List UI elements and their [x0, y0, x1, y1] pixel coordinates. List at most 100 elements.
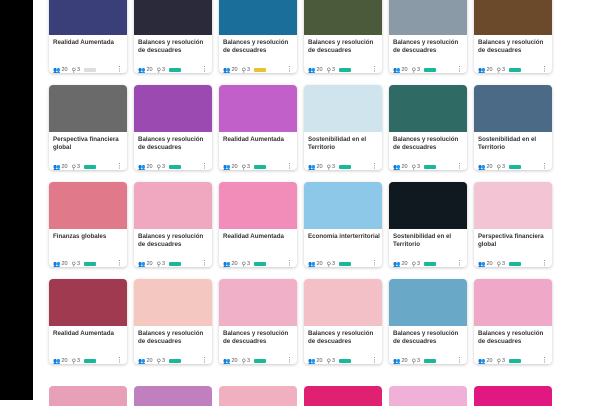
course-thumbnail[interactable]: [49, 0, 127, 35]
status-badge: [169, 68, 182, 72]
course-card[interactable]: Balances y resolución de descuadres 👥 20…: [134, 0, 212, 73]
more-vertical-icon[interactable]: ⋮: [371, 162, 378, 170]
course-card[interactable]: Realidad Aumentada 👥 20 ⚲ 3 ⋮: [219, 85, 297, 170]
course-thumbnail[interactable]: [49, 85, 127, 132]
more-vertical-icon[interactable]: ⋮: [541, 65, 548, 73]
course-title: Perspectiva financiera global: [53, 136, 119, 151]
status-badge: [84, 359, 97, 363]
course-thumbnail[interactable]: [389, 279, 467, 326]
course-thumbnail[interactable]: [49, 182, 127, 229]
more-vertical-icon[interactable]: ⋮: [116, 356, 123, 364]
course-card[interactable]: Balances y resolución de descuadres 👥 20…: [134, 85, 212, 170]
course-card[interactable]: Realidad Aumentada 👥 20 ⚲ 3 ⋮: [49, 0, 127, 73]
groups-icon: ⚲: [326, 164, 332, 171]
status-badge: [84, 262, 97, 266]
more-vertical-icon[interactable]: ⋮: [201, 356, 208, 364]
more-vertical-icon[interactable]: ⋮: [201, 65, 208, 73]
course-card-partial[interactable]: [49, 386, 127, 406]
course-thumbnail[interactable]: [134, 279, 212, 326]
course-card-partial[interactable]: [134, 386, 212, 406]
course-card[interactable]: Economía interterritorial 👥 20 ⚲ 3 ⋮: [304, 182, 382, 267]
course-thumbnail[interactable]: [304, 279, 382, 326]
course-card[interactable]: Balances y resolución de descuadres 👥 20…: [389, 85, 467, 170]
course-card[interactable]: Sostenibilidad en el Territorio 👥 20 ⚲ 3…: [304, 85, 382, 170]
status-badge: [254, 68, 267, 72]
course-thumbnail[interactable]: [474, 85, 552, 132]
more-vertical-icon[interactable]: ⋮: [286, 162, 293, 170]
course-card[interactable]: Balances y resolución de descuadres 👥 20…: [304, 0, 382, 73]
course-card[interactable]: Balances y resolución de descuadres 👥 20…: [389, 0, 467, 73]
groups-count: 3: [77, 67, 81, 73]
course-title: Finanzas globales: [53, 233, 107, 240]
card-footer: 👥 20 ⚲ 3 ⋮: [223, 260, 293, 267]
course-thumbnail[interactable]: [304, 182, 382, 229]
course-thumbnail[interactable]: [389, 0, 467, 35]
more-vertical-icon[interactable]: ⋮: [371, 259, 378, 267]
more-vertical-icon[interactable]: ⋮: [116, 162, 123, 170]
course-card[interactable]: Balances y resolución de descuadres 👥 20…: [474, 279, 552, 364]
course-thumbnail[interactable]: [389, 182, 467, 229]
more-vertical-icon[interactable]: ⋮: [541, 162, 548, 170]
more-vertical-icon[interactable]: ⋮: [371, 356, 378, 364]
course-card[interactable]: Balances y resolución de descuadres 👥 20…: [474, 0, 552, 73]
more-vertical-icon[interactable]: ⋮: [541, 259, 548, 267]
more-vertical-icon[interactable]: ⋮: [456, 356, 463, 364]
course-thumbnail[interactable]: [474, 182, 552, 229]
course-thumbnail[interactable]: [474, 0, 552, 35]
more-vertical-icon[interactable]: ⋮: [541, 356, 548, 364]
course-thumbnail[interactable]: [304, 0, 382, 35]
course-card-partial[interactable]: [474, 386, 552, 406]
course-card[interactable]: Balances y resolución de descuadres 👥 20…: [134, 182, 212, 267]
course-thumbnail[interactable]: [219, 182, 297, 229]
course-card-partial[interactable]: [389, 386, 467, 406]
users-icon: 👥: [53, 358, 61, 365]
more-vertical-icon[interactable]: ⋮: [286, 65, 293, 73]
course-card[interactable]: Realidad Aumentada 👥 20 ⚲ 3 ⋮: [49, 279, 127, 364]
course-thumbnail[interactable]: [304, 85, 382, 132]
more-vertical-icon[interactable]: ⋮: [456, 65, 463, 73]
course-card-partial[interactable]: [219, 386, 297, 406]
more-vertical-icon[interactable]: ⋮: [201, 259, 208, 267]
course-card[interactable]: Balances y resolución de descuadres 👥 20…: [389, 279, 467, 364]
course-card[interactable]: Balances y resolución de descuadres 👥 20…: [134, 279, 212, 364]
groups-count: 3: [162, 358, 166, 364]
more-vertical-icon[interactable]: ⋮: [456, 259, 463, 267]
course-card-partial[interactable]: [304, 386, 382, 406]
course-card[interactable]: Realidad Aumentada 👥 20 ⚲ 3 ⋮: [219, 182, 297, 267]
course-thumbnail[interactable]: [219, 279, 297, 326]
course-card[interactable]: Perspectiva financiera global 👥 20 ⚲ 3 ⋮: [49, 85, 127, 170]
course-thumbnail[interactable]: [219, 0, 297, 35]
card-footer: 👥 20 ⚲ 3 ⋮: [53, 260, 123, 267]
course-card[interactable]: Sostenibilidad en el Territorio 👥 20 ⚲ 3…: [474, 85, 552, 170]
course-thumbnail[interactable]: [134, 0, 212, 35]
more-vertical-icon[interactable]: ⋮: [286, 259, 293, 267]
users-count: 20: [61, 261, 68, 267]
status-badge: [509, 165, 522, 169]
more-vertical-icon[interactable]: ⋮: [286, 356, 293, 364]
course-thumbnail[interactable]: [49, 279, 127, 326]
course-card[interactable]: Balances y resolución de descuadres 👥 20…: [219, 0, 297, 73]
course-card[interactable]: Sostenibilidad en el Territorio 👥 20 ⚲ 3…: [389, 182, 467, 267]
more-vertical-icon[interactable]: ⋮: [456, 162, 463, 170]
groups-count: 3: [77, 164, 81, 170]
more-vertical-icon[interactable]: ⋮: [116, 259, 123, 267]
course-card[interactable]: Perspectiva financiera global 👥 20 ⚲ 3 ⋮: [474, 182, 552, 267]
groups-icon: ⚲: [241, 67, 247, 74]
users-count: 20: [61, 358, 68, 364]
course-thumbnail[interactable]: [389, 85, 467, 132]
groups-count: 3: [417, 358, 421, 364]
more-vertical-icon[interactable]: ⋮: [116, 65, 123, 73]
course-card[interactable]: Finanzas globales 👥 20 ⚲ 3 ⋮: [49, 182, 127, 267]
status-badge: [424, 359, 437, 363]
course-thumbnail[interactable]: [219, 85, 297, 132]
course-card[interactable]: Balances y resolución de descuadres 👥 20…: [304, 279, 382, 364]
course-thumbnail[interactable]: [134, 85, 212, 132]
users-count: 20: [316, 164, 323, 170]
more-vertical-icon[interactable]: ⋮: [201, 162, 208, 170]
course-card[interactable]: Balances y resolución de descuadres 👥 20…: [219, 279, 297, 364]
users-icon: 👥: [308, 261, 316, 268]
more-vertical-icon[interactable]: ⋮: [371, 65, 378, 73]
course-thumbnail[interactable]: [474, 279, 552, 326]
course-thumbnail[interactable]: [134, 182, 212, 229]
groups-count: 3: [162, 261, 166, 267]
